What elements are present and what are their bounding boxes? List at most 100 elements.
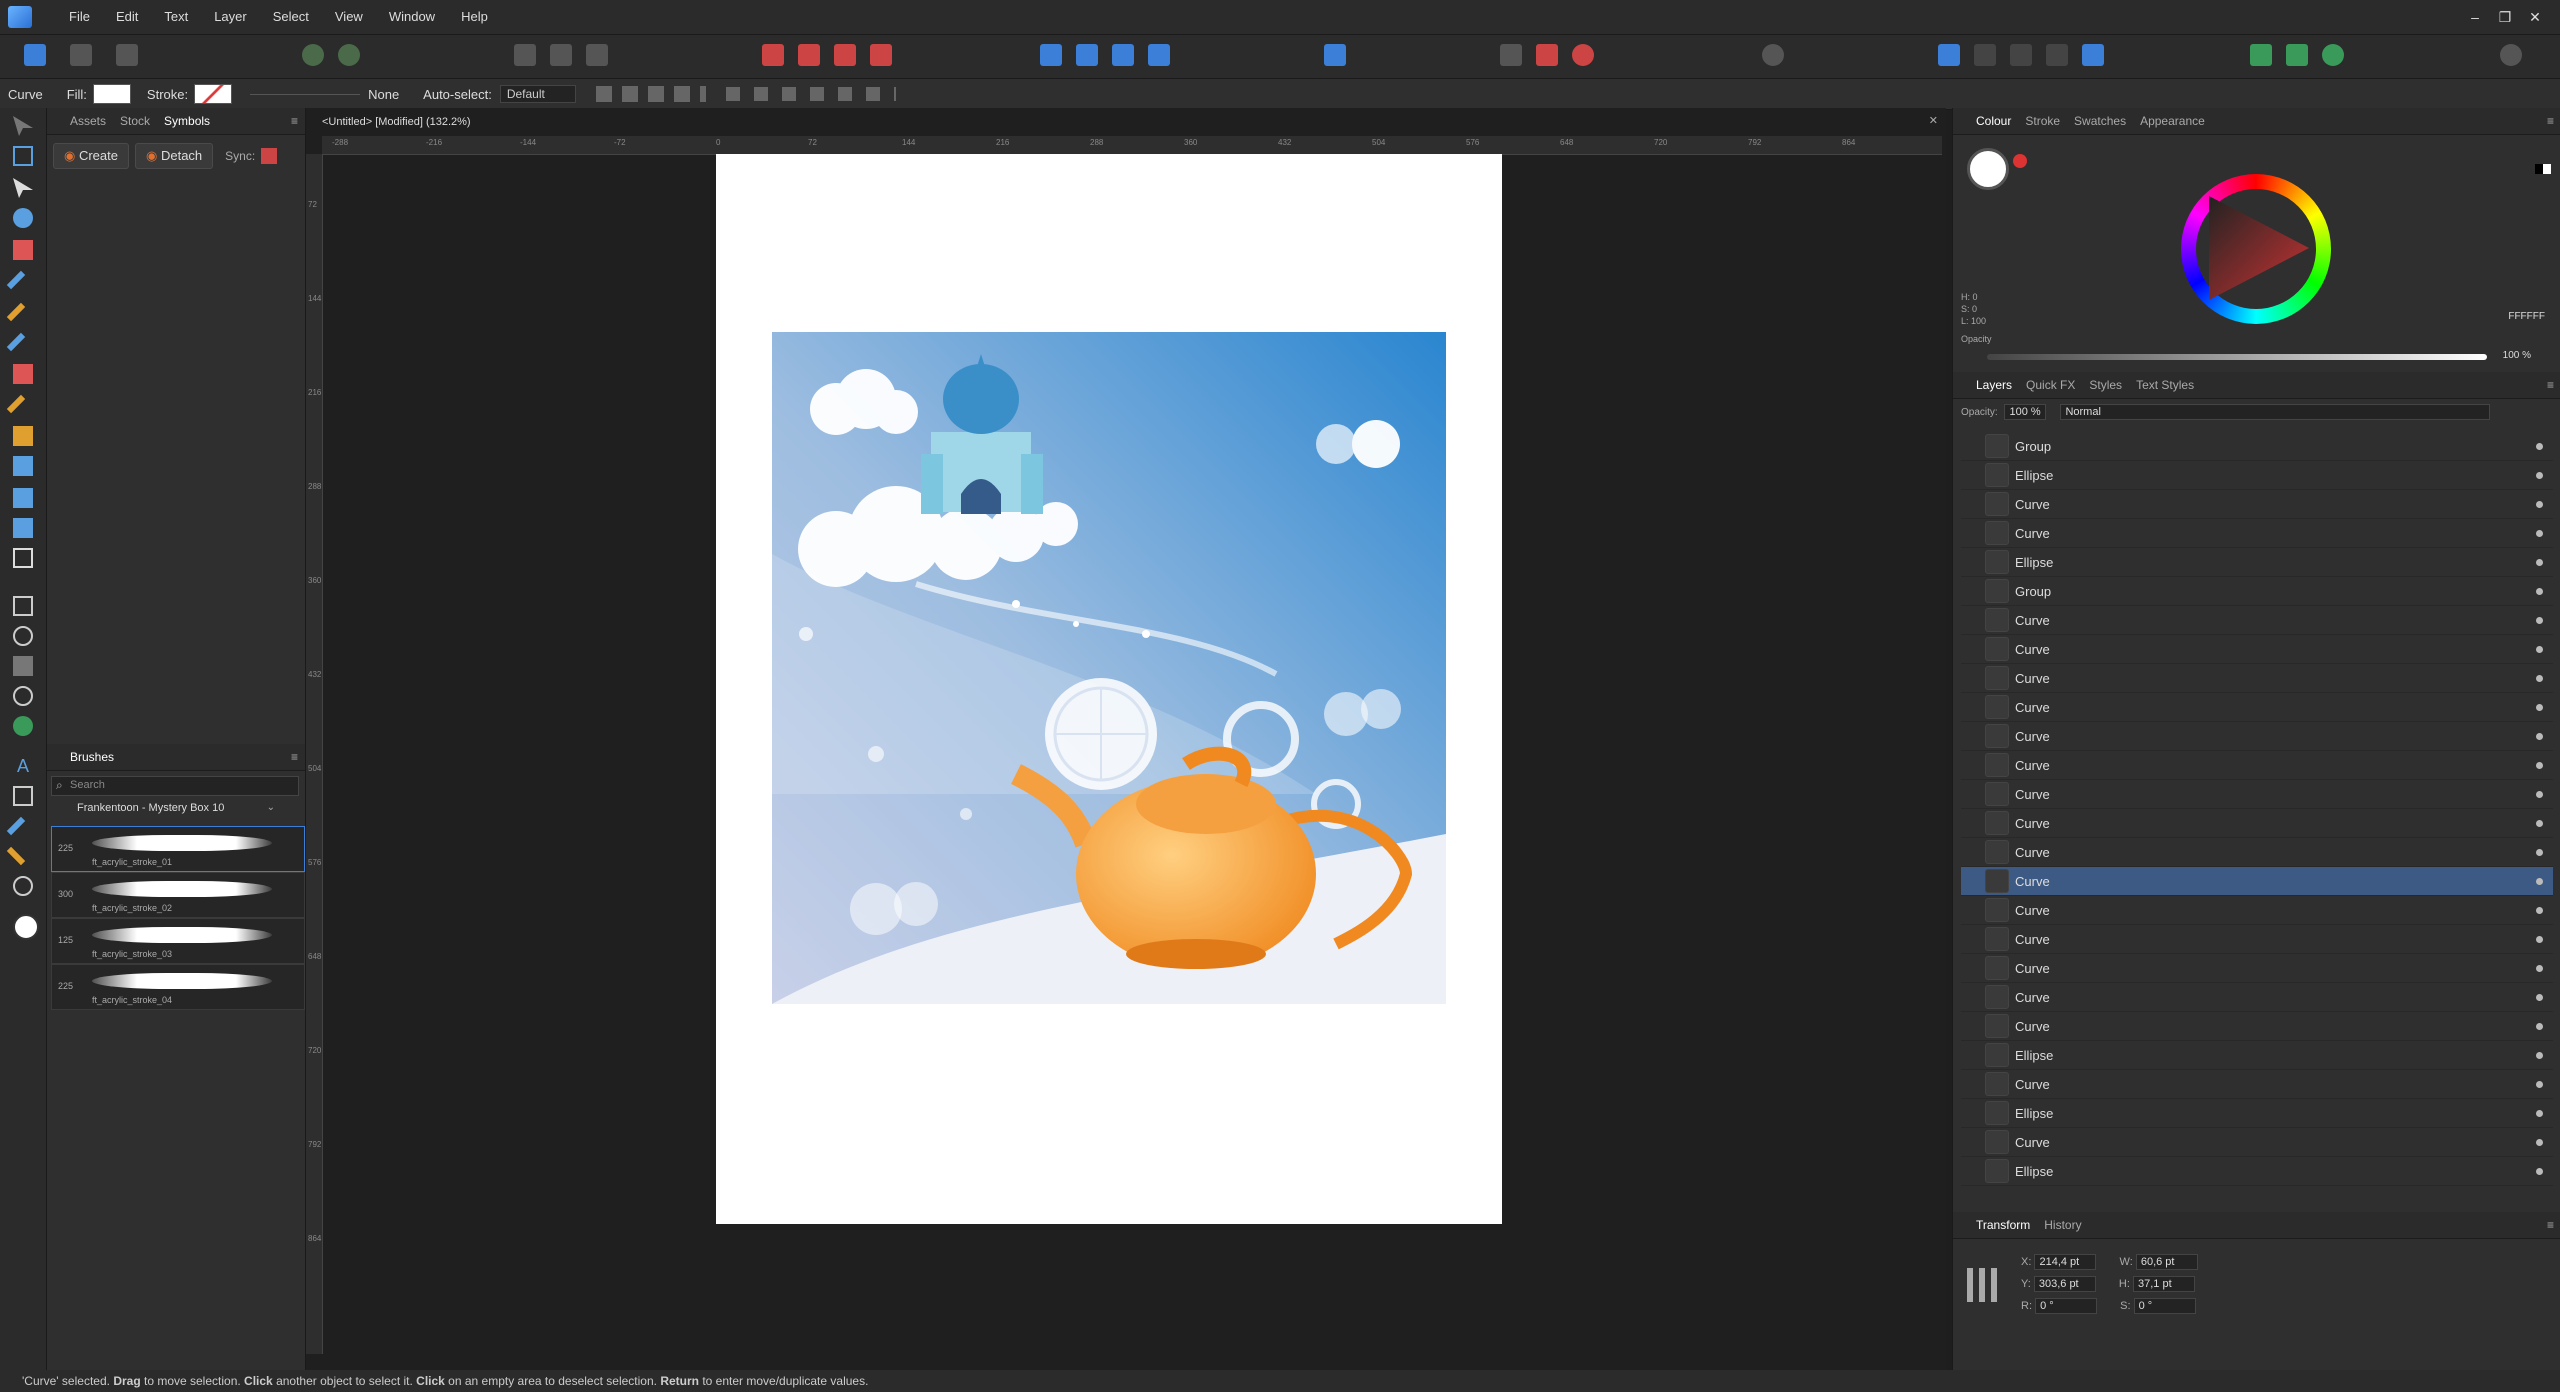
w-field[interactable]: 60,6 pt: [2135, 1254, 2198, 1270]
colour-wheel[interactable]: [2181, 174, 2331, 324]
layer-row[interactable]: Ellipse: [1961, 1099, 2553, 1128]
visibility-toggle-icon[interactable]: [2536, 587, 2543, 595]
brush-item[interactable]: 300 ft_acrylic_stroke_02: [51, 872, 305, 918]
close-window-icon[interactable]: ✕: [2520, 0, 2550, 34]
menu-layer[interactable]: Layer: [201, 0, 260, 34]
arrange-3-icon[interactable]: [2322, 44, 2344, 66]
visibility-toggle-icon[interactable]: [2536, 761, 2543, 769]
rotate-right-icon[interactable]: [1148, 44, 1170, 66]
view-mode-4-icon[interactable]: [2046, 44, 2068, 66]
illustration[interactable]: [716, 154, 1502, 1224]
stroke-width-slider[interactable]: [250, 93, 361, 95]
visibility-toggle-icon[interactable]: [2536, 877, 2543, 885]
spiral-tool-icon[interactable]: [13, 686, 33, 706]
visibility-toggle-icon[interactable]: [2536, 935, 2543, 943]
detach-symbol-button[interactable]: ◉ Detach: [135, 143, 214, 169]
layer-row[interactable]: Curve: [1961, 896, 2553, 925]
visibility-toggle-icon[interactable]: [2536, 500, 2543, 508]
menu-view[interactable]: View: [322, 0, 376, 34]
transparency-tool-icon[interactable]: [13, 426, 33, 446]
flip-horizontal-icon[interactable]: [1040, 44, 1062, 66]
view-mode-5-icon[interactable]: [2082, 44, 2104, 66]
arrange-icon[interactable]: [2250, 44, 2272, 66]
fill-tool-icon[interactable]: [6, 394, 26, 414]
visibility-toggle-icon[interactable]: [2536, 993, 2543, 1001]
tab-styles[interactable]: Styles: [2082, 378, 2129, 392]
layer-row[interactable]: Curve: [1961, 693, 2553, 722]
document-tab[interactable]: <Untitled> [Modified] (132.2%) ✕: [306, 112, 1946, 134]
visibility-toggle-icon[interactable]: [2536, 964, 2543, 972]
layer-row[interactable]: Curve: [1961, 490, 2553, 519]
erase-brush-icon[interactable]: [13, 364, 33, 384]
blend-mode-dropdown[interactable]: Normal: [2060, 404, 2491, 420]
export-persona-icon[interactable]: [116, 44, 138, 66]
visibility-toggle-icon[interactable]: [2536, 645, 2543, 653]
transform-origin-icons[interactable]: [595, 86, 706, 102]
y-field[interactable]: 303,6 pt: [2033, 1276, 2096, 1292]
assistant-icon[interactable]: [1762, 44, 1784, 66]
tab-stroke[interactable]: Stroke: [2018, 114, 2067, 128]
visibility-toggle-icon[interactable]: [2536, 1080, 2543, 1088]
tab-transform[interactable]: Transform: [1969, 1218, 2037, 1232]
tab-history[interactable]: History: [2037, 1218, 2088, 1232]
hex-value[interactable]: FFFFFF: [2508, 311, 2545, 322]
visibility-toggle-icon[interactable]: [2536, 1138, 2543, 1146]
colour-picker-icon[interactable]: [6, 816, 26, 836]
minimize-icon[interactable]: –: [2460, 0, 2490, 34]
image-tool-icon[interactable]: [13, 518, 33, 538]
gradient-tool-icon[interactable]: [13, 456, 33, 476]
tab-swatches[interactable]: Swatches: [2067, 114, 2133, 128]
brush-search-box[interactable]: ⌕ Search: [51, 776, 299, 796]
visibility-toggle-icon[interactable]: [2536, 558, 2543, 566]
view-mode-2-icon[interactable]: [1974, 44, 1996, 66]
preferences-icon[interactable]: [338, 44, 360, 66]
subtract-icon[interactable]: [798, 44, 820, 66]
insert-target-icon[interactable]: [1500, 44, 1522, 66]
layer-row[interactable]: Curve: [1961, 519, 2553, 548]
tab-assets[interactable]: Assets: [63, 114, 113, 128]
fill-swatch[interactable]: [92, 84, 131, 104]
brush-item[interactable]: 225 ft_acrylic_stroke_04: [51, 964, 305, 1010]
layer-row[interactable]: Curve: [1961, 606, 2553, 635]
ellipse-tool-icon[interactable]: [13, 626, 33, 646]
layer-row[interactable]: Curve: [1961, 1012, 2553, 1041]
artistic-text-icon[interactable]: A: [13, 756, 33, 776]
visibility-toggle-icon[interactable]: [2536, 529, 2543, 537]
colour-picker-icon[interactable]: [2013, 154, 2027, 168]
visibility-toggle-icon[interactable]: [2536, 819, 2543, 827]
corner-tool-icon[interactable]: [13, 208, 33, 228]
vertical-ruler[interactable]: 72 144 216 288 360 432 504 576 648 720 7…: [306, 154, 323, 1354]
align-icon[interactable]: [1324, 44, 1346, 66]
rectangle-tool-icon[interactable]: [13, 596, 33, 616]
pixel-persona-icon[interactable]: [70, 44, 92, 66]
layer-row[interactable]: Curve: [1961, 1128, 2553, 1157]
autoselect-dropdown[interactable]: Default: [499, 85, 576, 103]
layer-row[interactable]: Curve: [1961, 983, 2553, 1012]
document-setup-icon[interactable]: [302, 44, 324, 66]
menu-text[interactable]: Text: [151, 0, 201, 34]
fill-colour-well[interactable]: [13, 914, 39, 940]
tab-layers[interactable]: Layers: [1969, 378, 2019, 392]
visibility-toggle-icon[interactable]: [2536, 790, 2543, 798]
pattern-tool-icon[interactable]: [13, 716, 33, 736]
move-tool-icon[interactable]: [13, 116, 33, 136]
visibility-toggle-icon[interactable]: [2536, 442, 2543, 450]
menu-edit[interactable]: Edit: [103, 0, 151, 34]
visibility-toggle-icon[interactable]: [2536, 1051, 2543, 1059]
menu-select[interactable]: Select: [260, 0, 322, 34]
add-icon[interactable]: [762, 44, 784, 66]
shape-tool-icon[interactable]: [13, 656, 33, 676]
visibility-toggle-icon[interactable]: [2536, 732, 2543, 740]
visibility-toggle-icon[interactable]: [2536, 616, 2543, 624]
zoom-tool-icon[interactable]: [13, 876, 33, 896]
visibility-toggle-icon[interactable]: [2536, 848, 2543, 856]
crop-tool-icon[interactable]: [13, 548, 33, 568]
view-mode-icon[interactable]: [1938, 44, 1960, 66]
horizontal-ruler[interactable]: -288 -216 -144 -72 0 72 144 216 288 360 …: [322, 136, 1942, 155]
layer-row[interactable]: Curve: [1961, 635, 2553, 664]
layer-row[interactable]: Curve: [1961, 867, 2553, 896]
node-tool-icon[interactable]: [13, 178, 33, 198]
layers-menu-icon[interactable]: ≡: [2540, 378, 2560, 392]
fill-stroke-well[interactable]: [1967, 148, 2009, 190]
visibility-toggle-icon[interactable]: [2536, 703, 2543, 711]
